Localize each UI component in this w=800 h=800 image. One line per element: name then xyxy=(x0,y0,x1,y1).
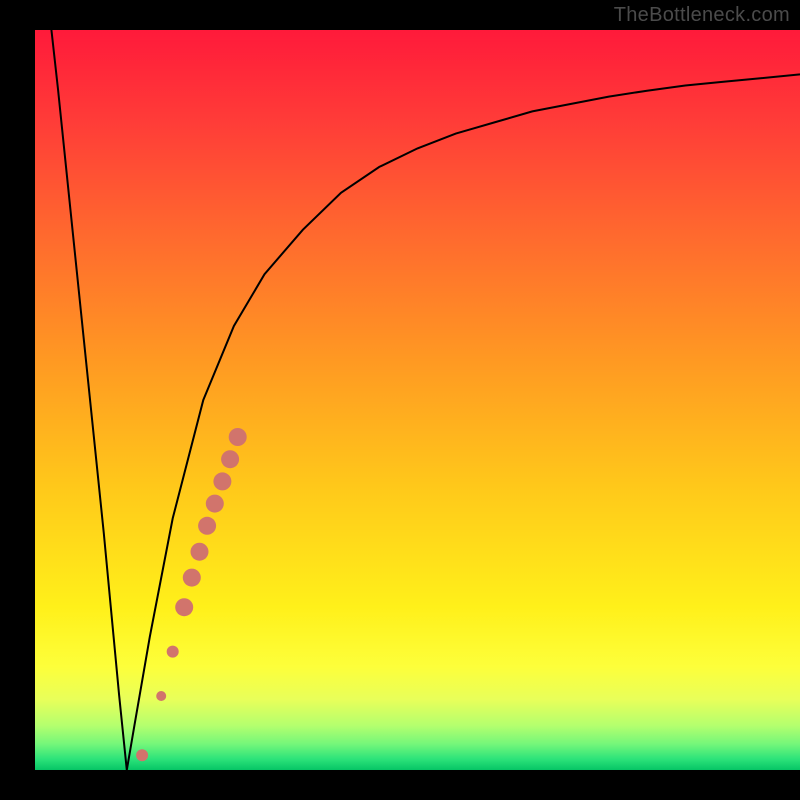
gpu-marker xyxy=(156,691,166,701)
watermark-text: TheBottleneck.com xyxy=(614,4,790,27)
gpu-marker xyxy=(206,495,224,513)
gpu-marker xyxy=(191,543,209,561)
bottleneck-chart xyxy=(0,0,800,800)
plot-background xyxy=(35,30,800,770)
gpu-marker xyxy=(198,517,216,535)
gpu-marker xyxy=(136,749,148,761)
gpu-marker xyxy=(221,450,239,468)
gpu-marker xyxy=(183,569,201,587)
gpu-marker xyxy=(229,428,247,446)
gpu-marker xyxy=(175,598,193,616)
gpu-marker xyxy=(213,472,231,490)
gpu-marker xyxy=(167,646,179,658)
